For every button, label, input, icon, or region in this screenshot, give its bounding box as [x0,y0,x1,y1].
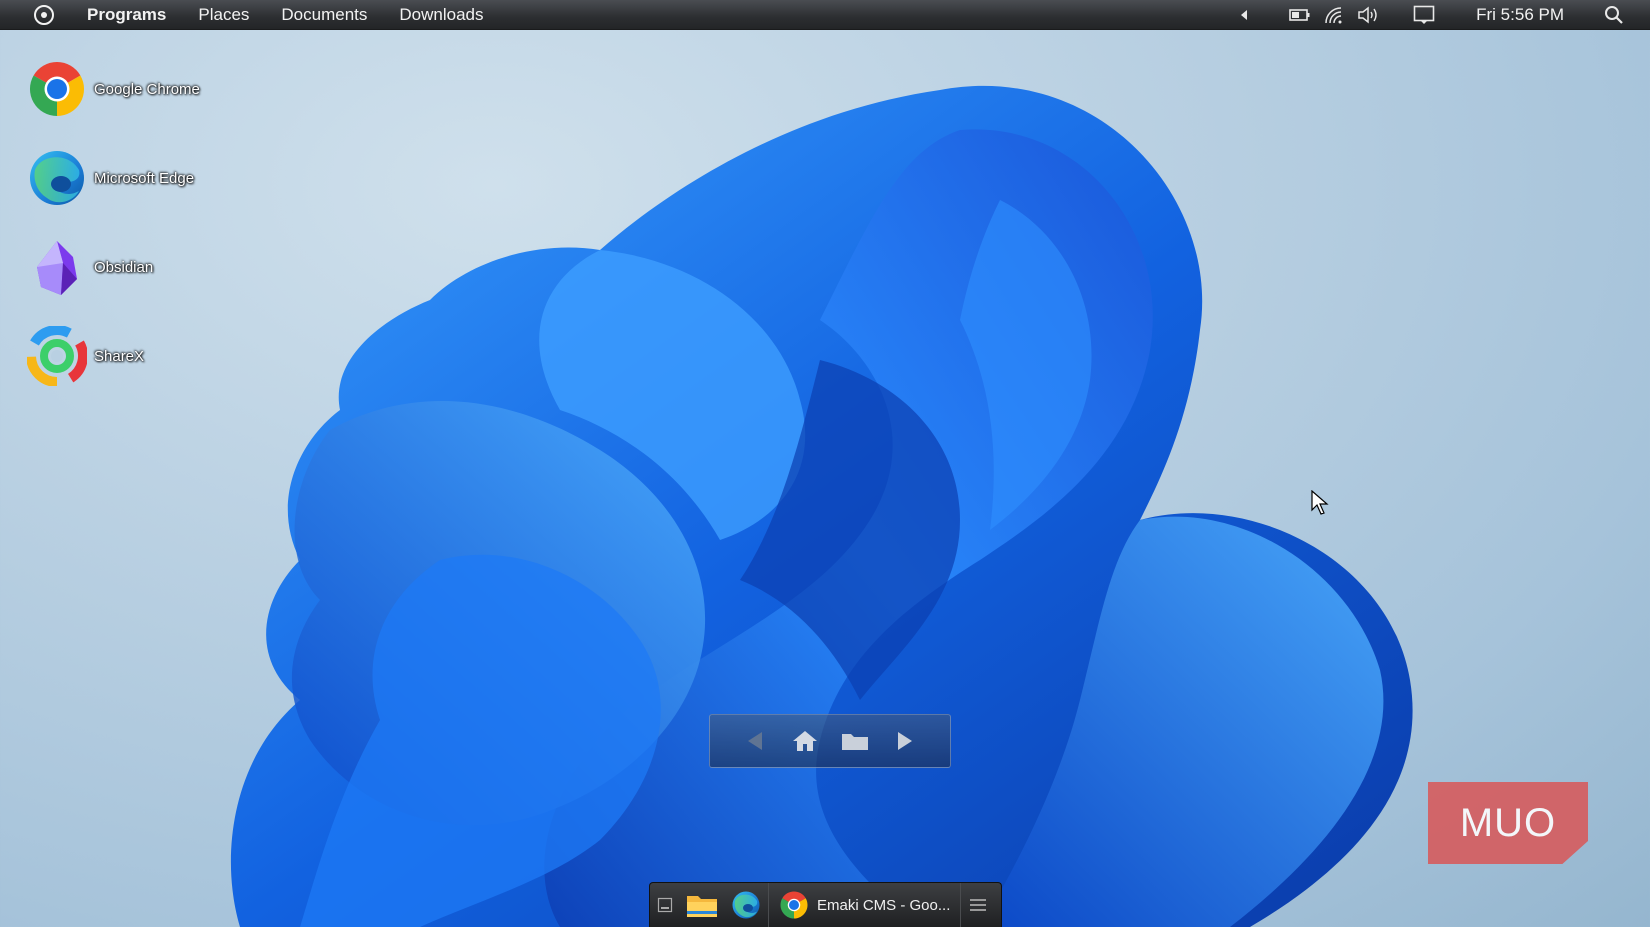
nav-forward-button[interactable] [885,721,925,761]
nav-folder-button[interactable] [835,721,875,761]
back-arrow-icon [748,732,762,750]
taskbar-menu-button[interactable] [961,883,995,927]
home-icon [793,731,817,751]
hamburger-icon [970,899,987,911]
desktop-icon-label: Microsoft Edge [94,169,195,187]
menu-downloads[interactable]: Downloads [383,0,499,30]
edge-icon [26,147,88,209]
sharex-icon [26,325,88,387]
task-title: Emaki CMS - Goo... [817,896,951,914]
desktop-icon-sharex[interactable]: ShareX [26,323,144,389]
taskbar: Emaki CMS - Goo... [649,882,1002,927]
desktop-icon-edge[interactable]: Microsoft Edge [26,145,194,211]
tray-expand-arrow-icon[interactable] [1230,0,1258,30]
forward-arrow-icon [898,732,912,750]
navigation-overlay [709,714,951,768]
menu-places[interactable]: Places [182,0,265,30]
menu-documents[interactable]: Documents [265,0,383,30]
start-circle-icon [34,4,54,25]
top-panel: Programs Places Documents Downloads Fri … [0,0,1650,30]
desktop-icon [657,897,673,913]
obsidian-icon [26,236,88,298]
clock[interactable]: Fri 5:56 PM [1438,5,1594,25]
start-menu-button[interactable] [29,4,59,26]
file-explorer-icon [687,896,717,917]
chrome-icon [26,58,88,120]
desktop-icon-label: ShareX [94,347,145,365]
desktop-icon-obsidian[interactable]: Obsidian [26,234,153,300]
wifi-icon[interactable] [1320,0,1348,30]
mouse-cursor-icon [1311,490,1329,515]
file-explorer-button[interactable] [680,883,724,927]
notification-icon[interactable] [1410,0,1438,30]
folder-icon [842,734,868,750]
nav-home-button[interactable] [785,721,825,761]
desktop-icon-label: Obsidian [94,258,154,276]
edge-taskbar-button[interactable] [724,883,768,927]
muo-watermark-logo: MUO [1428,782,1588,864]
desktop-wallpaper [230,85,1413,927]
search-icon[interactable] [1600,0,1628,30]
desktop-icon-chrome[interactable]: Google Chrome [26,56,200,122]
edge-icon [732,891,760,919]
volume-icon[interactable] [1354,0,1382,30]
nav-back-button[interactable] [735,721,775,761]
battery-icon[interactable] [1286,0,1314,30]
show-desktop-button[interactable] [650,883,680,927]
system-tray: Fri 5:56 PM [1224,0,1650,30]
chrome-icon [780,891,808,919]
desktop-icon-label: Google Chrome [94,80,200,98]
task-chrome-window[interactable]: Emaki CMS - Goo... [769,883,960,927]
menu-programs[interactable]: Programs [71,0,182,30]
